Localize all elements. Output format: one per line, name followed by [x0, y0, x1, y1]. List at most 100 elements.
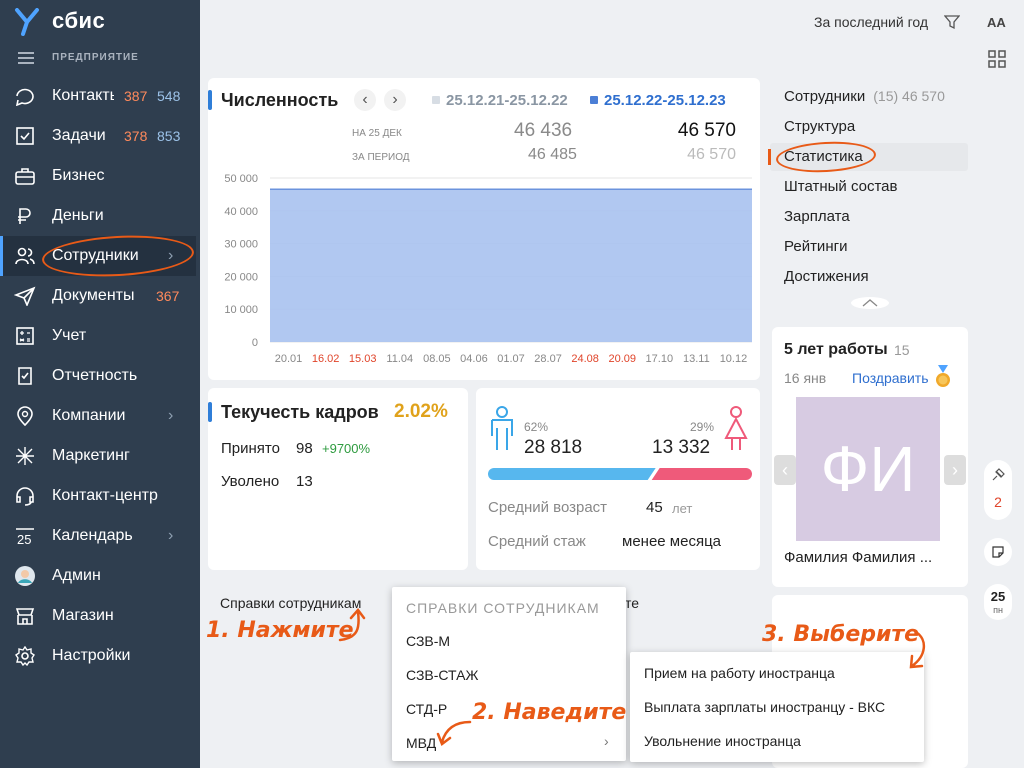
menu-item-mvd[interactable]: МВД [406, 735, 436, 751]
nav-item-2[interactable]: Задачи 378 853 [0, 116, 196, 156]
right-menu-item-4[interactable]: Штатный состав [784, 178, 897, 195]
nav-item-3[interactable]: Бизнес [0, 156, 196, 196]
chart-x-tick: 08.05 [423, 353, 451, 365]
brand-name[interactable]: сбис [52, 8, 105, 34]
period-selector[interactable]: За последний год [814, 14, 928, 30]
nav-item-6[interactable]: Документы 367 [0, 276, 196, 316]
svg-text:25: 25 [17, 532, 31, 546]
right-menu-item-2[interactable]: Структура [784, 118, 855, 135]
right-menu-label: Зарплата [784, 208, 850, 225]
anniversary-count: 15 [894, 342, 910, 358]
anniversary-title[interactable]: 5 лет работы [784, 341, 888, 359]
nav-item-9[interactable]: Компании › [0, 396, 196, 436]
gender-card: 62% 28 818 29% 13 332 Средний возраст 45… [476, 388, 760, 570]
carousel-next-button[interactable]: › [944, 455, 966, 485]
legend-range-current[interactable]: 25.12.22-25.12.23 [604, 92, 726, 109]
hint-arrow-3-icon [909, 630, 925, 669]
certificates-menu: СПРАВКИ СОТРУДНИКАМ СЗВ-М СЗВ-СТАЖ СТД-Р… [392, 587, 626, 761]
nav-item-12[interactable]: 25 Календарь › [0, 516, 196, 556]
right-menu-item-5[interactable]: Зарплата [784, 208, 850, 225]
employee-photo-placeholder[interactable]: ФИ [796, 397, 940, 541]
apps-grid-icon[interactable] [988, 50, 1006, 68]
nav-label: Документы [52, 287, 135, 304]
fired-label: Уволено [221, 473, 280, 490]
male-count[interactable]: 28 818 [524, 437, 582, 459]
menu-item-std-r[interactable]: СТД-Р [406, 701, 447, 717]
cut-link-tail[interactable]: те [625, 595, 639, 611]
hired-value[interactable]: 98 [296, 440, 313, 457]
carousel-prev-button[interactable]: ‹ [774, 455, 796, 485]
notes-widget[interactable] [984, 538, 1012, 566]
avg-tenure-label: Средний стаж [488, 533, 586, 550]
turnover-title[interactable]: Текучесть кадров [221, 402, 379, 423]
hired-label: Принято [221, 440, 280, 457]
nav-item-10[interactable]: Маркетинг [0, 436, 196, 476]
avg-age-label: Средний возраст [488, 499, 608, 516]
people-icon [15, 247, 35, 265]
chevron-right-icon[interactable]: › [168, 407, 173, 425]
menu-item-szv-m[interactable]: СЗВ-М [406, 633, 450, 649]
nav-item-15[interactable]: Настройки [0, 636, 196, 676]
chart-area-series[interactable] [270, 189, 752, 342]
calendar-widget[interactable]: 25 пн [984, 584, 1012, 620]
nav-label: Деньги [52, 207, 104, 224]
avg-age-value: 45 [646, 499, 663, 516]
submenu-chevron-icon: › [604, 733, 609, 749]
font-size-button[interactable]: AA [987, 15, 1006, 30]
employee-name[interactable]: Фамилия Фамилия ... [784, 549, 932, 566]
nav-label: Маркетинг [52, 447, 130, 464]
nav-item-1[interactable]: Контакты 387 548 [0, 76, 196, 116]
menu-item-dismiss-foreigner[interactable]: Увольнение иностранца [644, 733, 801, 749]
company-name[interactable]: ПРЕДПРИЯТИЕ [52, 52, 139, 63]
avatar-icon [15, 566, 35, 586]
hint-arrow-2-icon [436, 720, 472, 746]
nav-label: Учет [52, 327, 87, 344]
menu-icon[interactable] [18, 52, 34, 64]
nav-item-13[interactable]: Админ [0, 556, 196, 596]
row2-prev-value: 46 485 [528, 146, 577, 163]
prev-period-button[interactable]: ‹ [354, 89, 376, 111]
anniversary-date: 16 янв [784, 370, 827, 386]
chart-x-tick: 10.12 [720, 353, 748, 365]
menu-item-pay-foreigner-vks[interactable]: Выплата зарплаты иностранцу - ВКС [644, 699, 885, 715]
tasks-icon [16, 127, 34, 145]
legend-range-prev[interactable]: 25.12.21-25.12.22 [446, 92, 568, 109]
sbis-logo-icon[interactable] [14, 8, 40, 36]
right-menu-item-6[interactable]: Рейтинги [784, 238, 847, 255]
medal-icon [936, 365, 950, 387]
chart-x-tick: 11.04 [386, 353, 413, 365]
chart-x-tick: 13.11 [683, 353, 710, 365]
menu-item-szv-stazh[interactable]: СЗВ-СТАЖ [406, 667, 478, 683]
right-menu-item-1[interactable]: Сотрудники (15) 46 570 [784, 88, 945, 105]
headset-icon [16, 487, 34, 506]
nav-counter-new: 387 [124, 88, 148, 104]
right-menu-label: Достижения [784, 268, 869, 285]
right-menu-item-7[interactable]: Достижения [784, 268, 869, 285]
nav-item-11[interactable]: Контакт-центр [0, 476, 196, 516]
filter-icon[interactable] [944, 14, 960, 30]
avg-age-unit: лет [672, 501, 693, 516]
female-count[interactable]: 13 332 [652, 437, 710, 459]
nav-label: Задачи [52, 127, 106, 144]
collapse-icon[interactable] [850, 296, 890, 310]
hint-step-3: 3. Выберите [762, 622, 920, 647]
headcount-chart[interactable]: 50 000 40 000 30 000 20 000 10 000 0 20.01 16.0… [208, 170, 760, 370]
nav-item-14[interactable]: Магазин [0, 596, 196, 636]
menu-item-hire-foreigner[interactable]: Прием на работу иностранца [644, 665, 835, 681]
money-icon [18, 208, 31, 224]
row2-current-value: 46 570 [687, 146, 736, 163]
nav-item-8[interactable]: Отчетность [0, 356, 196, 396]
fired-value[interactable]: 13 [296, 473, 313, 490]
chart-x-tick: 17.10 [646, 353, 674, 365]
chart-x-tick: 01.07 [497, 353, 525, 365]
congratulate-link[interactable]: Поздравить [852, 370, 929, 386]
chart-x-tick: 04.06 [460, 353, 488, 365]
next-period-button[interactable]: › [384, 89, 406, 111]
nav-item-4[interactable]: Деньги [0, 196, 196, 236]
chevron-right-icon[interactable]: › [168, 527, 173, 545]
nav-item-7[interactable]: Учет [0, 316, 196, 356]
legend-swatch-current [590, 96, 598, 104]
notification-widget[interactable]: 2 [984, 460, 1012, 520]
nav-label: Календарь [52, 527, 133, 544]
headcount-card: Численность ‹ › 25.12.21-25.12.22 25.12.… [208, 78, 760, 380]
